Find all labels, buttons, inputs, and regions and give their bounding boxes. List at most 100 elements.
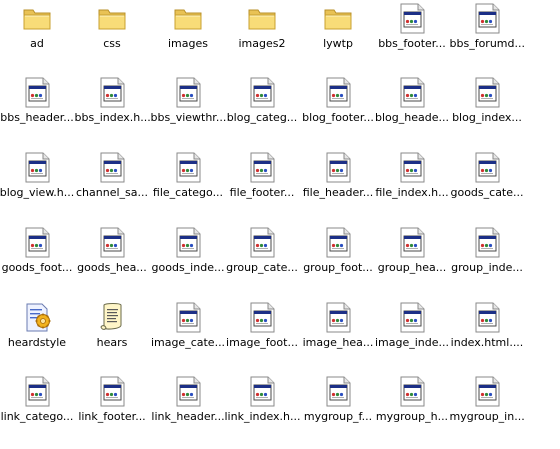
file-item[interactable]: mygroup_in... [450, 373, 525, 439]
item-label: blog_categ... [226, 111, 298, 124]
file-icon-grid: ad css images images2 lywtp bbs_footer..… [0, 0, 560, 449]
html-file-icon [471, 151, 503, 183]
item-label: image_inde... [374, 336, 450, 349]
file-item[interactable]: link_header... [151, 373, 226, 439]
html-file-icon [471, 2, 503, 34]
item-label: file_header... [302, 186, 374, 199]
html-file-icon [96, 151, 128, 183]
file-item[interactable]: image_inde... [375, 299, 450, 365]
file-item[interactable]: image_hea... [301, 299, 376, 365]
html-file-icon [172, 151, 204, 183]
html-file-icon [471, 226, 503, 258]
file-item[interactable]: group_cate... [225, 224, 300, 290]
html-file-icon [21, 151, 53, 183]
html-file-icon [396, 2, 428, 34]
item-label: group_hea... [377, 261, 447, 274]
file-item[interactable]: hears [75, 299, 150, 365]
folder-icon [172, 2, 204, 34]
item-label: mygroup_f... [303, 410, 373, 423]
file-item[interactable]: image_cate... [151, 299, 226, 365]
item-label: image_foot... [226, 336, 298, 349]
file-item[interactable]: index.html.... [450, 299, 525, 365]
item-label: link_footer... [78, 410, 146, 423]
html-file-icon [21, 375, 53, 407]
file-item[interactable]: blog_heade... [375, 74, 450, 140]
html-file-icon [172, 226, 204, 258]
file-item[interactable]: goods_foot... [0, 224, 75, 290]
html-file-icon [322, 151, 354, 183]
item-label: mygroup_in... [449, 410, 525, 423]
file-item[interactable]: bbs_forumd... [450, 0, 525, 66]
file-item[interactable]: group_hea... [375, 224, 450, 290]
item-label: file_index.h... [375, 186, 449, 199]
html-file-icon [322, 76, 354, 108]
file-item[interactable]: blog_categ... [225, 74, 300, 140]
item-label: css [103, 37, 121, 50]
folder-item[interactable]: css [75, 0, 150, 66]
file-item[interactable]: group_foot... [301, 224, 376, 290]
file-item[interactable]: image_foot... [225, 299, 300, 365]
file-item[interactable]: file_index.h... [375, 149, 450, 215]
item-label: bbs_header... [0, 111, 74, 124]
item-label: images [168, 37, 208, 50]
item-label: mygroup_h... [375, 410, 449, 423]
html-file-icon [172, 301, 204, 333]
html-file-icon [172, 76, 204, 108]
file-item[interactable]: link_catego... [0, 373, 75, 439]
folder-icon [322, 2, 354, 34]
html-file-icon [172, 375, 204, 407]
file-item[interactable]: bbs_viewthr... [151, 74, 226, 140]
file-item[interactable]: bbs_footer... [375, 0, 450, 66]
html-file-icon [396, 301, 428, 333]
item-label: link_index.h... [224, 410, 300, 423]
folder-item[interactable]: images [151, 0, 226, 66]
file-item[interactable]: heardstyle [0, 299, 75, 365]
file-item[interactable]: blog_view.h... [0, 149, 75, 215]
folder-item[interactable]: lywtp [301, 0, 376, 66]
file-item[interactable]: bbs_header... [0, 74, 75, 140]
html-file-icon [396, 76, 428, 108]
file-item[interactable]: goods_inde... [151, 224, 226, 290]
html-file-icon [246, 76, 278, 108]
folder-icon [246, 2, 278, 34]
item-label: goods_hea... [77, 261, 147, 274]
file-item[interactable]: file_footer... [225, 149, 300, 215]
html-file-icon [246, 151, 278, 183]
file-item[interactable]: goods_cate... [450, 149, 525, 215]
item-label: bbs_viewthr... [150, 111, 226, 124]
file-item[interactable]: mygroup_h... [375, 373, 450, 439]
folder-item[interactable]: images2 [225, 0, 300, 66]
html-file-icon [246, 375, 278, 407]
html-file-icon [21, 76, 53, 108]
item-label: lywtp [323, 37, 353, 50]
item-label: goods_cate... [450, 186, 524, 199]
file-item[interactable]: channel_sa... [75, 149, 150, 215]
html-file-icon [246, 226, 278, 258]
html-file-icon [322, 375, 354, 407]
folder-item[interactable]: ad [0, 0, 75, 66]
file-item[interactable]: bbs_index.h... [75, 74, 150, 140]
file-item[interactable]: link_footer... [75, 373, 150, 439]
file-item[interactable]: mygroup_f... [301, 373, 376, 439]
file-item[interactable]: goods_hea... [75, 224, 150, 290]
item-label: group_cate... [226, 261, 298, 274]
file-item[interactable]: link_index.h... [225, 373, 300, 439]
item-label: goods_inde... [151, 261, 225, 274]
text-file-icon [96, 301, 128, 333]
item-label: index.html.... [450, 336, 524, 349]
folder-icon [96, 2, 128, 34]
file-item[interactable]: blog_footer... [301, 74, 376, 140]
file-item[interactable]: blog_index... [450, 74, 525, 140]
html-file-icon [471, 301, 503, 333]
item-label: file_footer... [229, 186, 295, 199]
html-file-icon [471, 375, 503, 407]
item-label: file_catego... [152, 186, 224, 199]
css-file-icon [21, 301, 53, 333]
item-label: images2 [238, 37, 286, 50]
file-item[interactable]: file_catego... [151, 149, 226, 215]
item-label: ad [30, 37, 44, 50]
file-item[interactable]: group_inde... [450, 224, 525, 290]
item-label: bbs_footer... [378, 37, 446, 50]
item-label: image_hea... [302, 336, 374, 349]
file-item[interactable]: file_header... [301, 149, 376, 215]
